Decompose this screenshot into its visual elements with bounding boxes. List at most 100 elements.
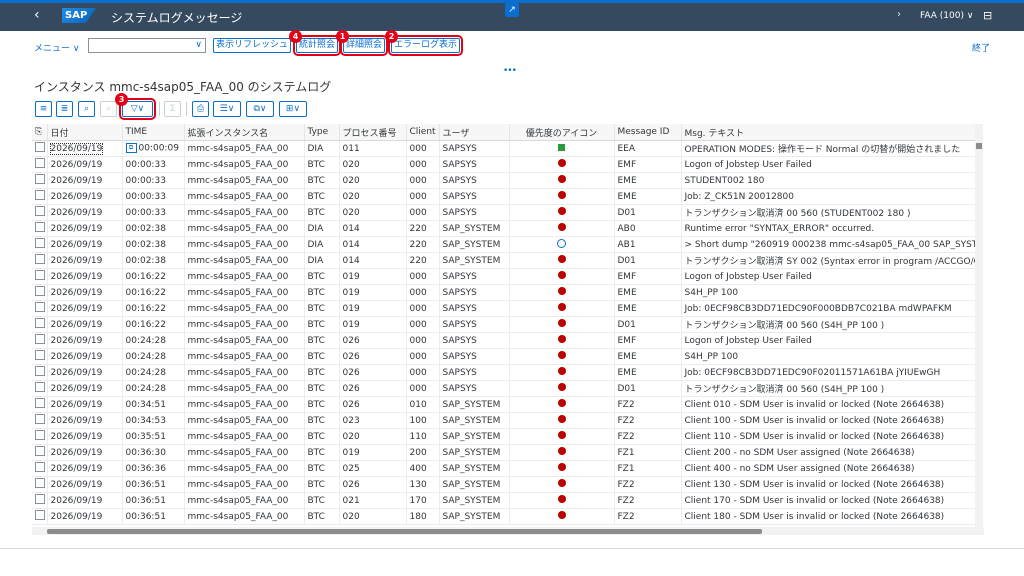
error-log-button[interactable]: エラーログ表示 [387, 35, 464, 56]
instance-cell[interactable]: mmc-s4sap05_FAA_00 [184, 156, 305, 173]
user-cell[interactable]: SAP_SYSTEM [439, 460, 510, 477]
client-cell[interactable]: 010 [406, 396, 440, 413]
user-cell[interactable]: SAPSYS [439, 268, 510, 285]
message-text-cell[interactable]: S4H_PP 100 [681, 348, 976, 365]
message-id-cell[interactable]: D01 [614, 316, 682, 333]
row-select-checkbox[interactable] [32, 156, 48, 173]
instance-cell[interactable]: mmc-s4sap05_FAA_00 [184, 428, 305, 445]
row-select-checkbox[interactable] [32, 412, 48, 429]
instance-cell[interactable]: mmc-s4sap05_FAA_00 [184, 188, 305, 205]
process-cell[interactable]: 014 [339, 220, 407, 237]
message-text-cell[interactable]: Client 110 - SDM User is invalid or lock… [681, 428, 976, 445]
time-cell[interactable]: 00:00:33 [122, 188, 185, 205]
table-row[interactable]: 2026/09/19 ⧉ 00:00:09 mmc-s4sap05_FAA_00 DIA… [32, 140, 976, 157]
table-row[interactable]: 2026/09/19 00:00:33 mmc-s4sap05_FAA_00 BTC 0… [32, 156, 976, 173]
message-id-cell[interactable]: AB1 [614, 236, 682, 253]
date-cell[interactable]: 2026/09/19 [47, 460, 123, 477]
time-cell[interactable]: 00:00:33 [122, 156, 185, 173]
checkbox[interactable] [35, 430, 45, 440]
process-cell[interactable]: 019 [339, 444, 407, 461]
date-cell[interactable]: 2026/09/19 [47, 284, 123, 301]
message-text-cell[interactable]: Logon of Jobstep User Failed [681, 332, 976, 349]
checkbox[interactable] [35, 222, 45, 232]
column-header[interactable]: 優先度のアイコン [509, 124, 615, 141]
process-cell[interactable]: 014 [339, 236, 407, 253]
user-cell[interactable]: SAPSYS [439, 364, 510, 381]
row-select-checkbox[interactable] [32, 364, 48, 381]
table-row[interactable]: 2026/09/19 00:00:33 mmc-s4sap05_FAA_00 BTC 0… [32, 188, 976, 205]
message-id-cell[interactable]: FZ1 [614, 444, 682, 461]
client-cell[interactable]: 220 [406, 220, 440, 237]
table-row[interactable]: 2026/09/19 00:34:51 mmc-s4sap05_FAA_00 BTC 0… [32, 396, 976, 413]
type-cell[interactable]: BTC [304, 188, 340, 205]
layout-icon[interactable]: ⧉∨ [246, 101, 274, 117]
client-cell[interactable]: 000 [406, 268, 440, 285]
date-cell[interactable]: 2026/09/19 [47, 332, 123, 349]
message-id-cell[interactable]: EME [614, 348, 682, 365]
process-cell[interactable]: 026 [339, 348, 407, 365]
date-cell[interactable]: 2026/09/19 [47, 364, 123, 381]
time-cell[interactable]: 00:36:51 [122, 492, 185, 509]
checkbox[interactable] [35, 446, 45, 456]
table-row[interactable]: 2026/09/19 00:36:51 mmc-s4sap05_FAA_00 BTC 0… [32, 492, 976, 509]
time-cell[interactable]: 00:36:51 [122, 508, 185, 525]
message-text-cell[interactable]: トランザクション取消済 SY 002 (Syntax error in prog… [681, 252, 976, 269]
message-text-cell[interactable]: STUDENT002 180 [681, 172, 976, 189]
checkbox[interactable] [35, 334, 45, 344]
time-cell[interactable]: 00:00:33 [122, 172, 185, 189]
date-cell[interactable]: 2026/09/19 [47, 348, 123, 365]
client-cell[interactable]: 000 [406, 172, 440, 189]
message-text-cell[interactable]: Runtime error "SYNTAX_ERROR" occurred. [681, 220, 976, 237]
date-cell[interactable]: 2026/09/19 [47, 172, 123, 189]
checkbox[interactable] [35, 206, 45, 216]
client-cell[interactable]: 000 [406, 284, 440, 301]
client-cell[interactable]: 000 [406, 316, 440, 333]
details-button[interactable]: 詳細照会 [339, 35, 389, 56]
type-cell[interactable]: DIA [304, 220, 340, 237]
table-row[interactable]: 2026/09/19 00:24:28 mmc-s4sap05_FAA_00 BTC 0… [32, 332, 976, 349]
user-cell[interactable]: SAP_SYSTEM [439, 428, 510, 445]
column-header[interactable]: Client [406, 124, 440, 141]
checkbox[interactable] [35, 414, 45, 424]
checkbox[interactable] [35, 142, 45, 152]
row-select-checkbox[interactable] [32, 204, 48, 221]
align-center-icon[interactable]: ≣ [56, 101, 73, 117]
process-cell[interactable]: 026 [339, 396, 407, 413]
row-select-checkbox[interactable] [32, 268, 48, 285]
table-row[interactable]: 2026/09/19 00:16:22 mmc-s4sap05_FAA_00 BTC 0… [32, 268, 976, 285]
instance-cell[interactable]: mmc-s4sap05_FAA_00 [184, 492, 305, 509]
message-id-cell[interactable]: EME [614, 364, 682, 381]
process-cell[interactable]: 020 [339, 508, 407, 525]
checkbox[interactable] [35, 270, 45, 280]
user-cell[interactable]: SAP_SYSTEM [439, 508, 510, 525]
client-cell[interactable]: 170 [406, 492, 440, 509]
process-cell[interactable]: 019 [339, 268, 407, 285]
sum-icon[interactable]: Σ [164, 101, 181, 117]
message-id-cell[interactable]: EMF [614, 332, 682, 349]
client-cell[interactable]: 000 [406, 348, 440, 365]
client-cell[interactable]: 000 [406, 364, 440, 381]
time-cell[interactable]: 00:24:28 [122, 348, 185, 365]
checkbox[interactable] [35, 190, 45, 200]
checkbox[interactable] [35, 494, 45, 504]
instance-cell[interactable]: mmc-s4sap05_FAA_00 [184, 172, 305, 189]
client-cell[interactable]: 000 [406, 204, 440, 221]
row-select-checkbox[interactable] [32, 220, 48, 237]
command-field[interactable]: ∨ [88, 38, 206, 53]
row-select-checkbox[interactable] [32, 236, 48, 253]
instance-cell[interactable]: mmc-s4sap05_FAA_00 [184, 332, 305, 349]
message-text-cell[interactable]: Logon of Jobstep User Failed [681, 268, 976, 285]
message-id-cell[interactable]: FZ2 [614, 428, 682, 445]
message-id-cell[interactable]: EME [614, 300, 682, 317]
statistics-button[interactable]: 統計照会 [292, 35, 342, 56]
user-cell[interactable]: SAP_SYSTEM [439, 476, 510, 493]
user-cell[interactable]: SAP_SYSTEM [439, 412, 510, 429]
message-id-cell[interactable]: D01 [614, 252, 682, 269]
type-cell[interactable]: DIA [304, 252, 340, 269]
message-text-cell[interactable]: トランザクション取消済 00 560 (S4H_PP 100 ) [681, 380, 976, 397]
user-cell[interactable]: SAP_SYSTEM [439, 220, 510, 237]
process-cell[interactable]: 020 [339, 172, 407, 189]
splitter-grip[interactable]: ••• [503, 66, 517, 76]
process-cell[interactable]: 019 [339, 300, 407, 317]
checkbox[interactable] [35, 382, 45, 392]
